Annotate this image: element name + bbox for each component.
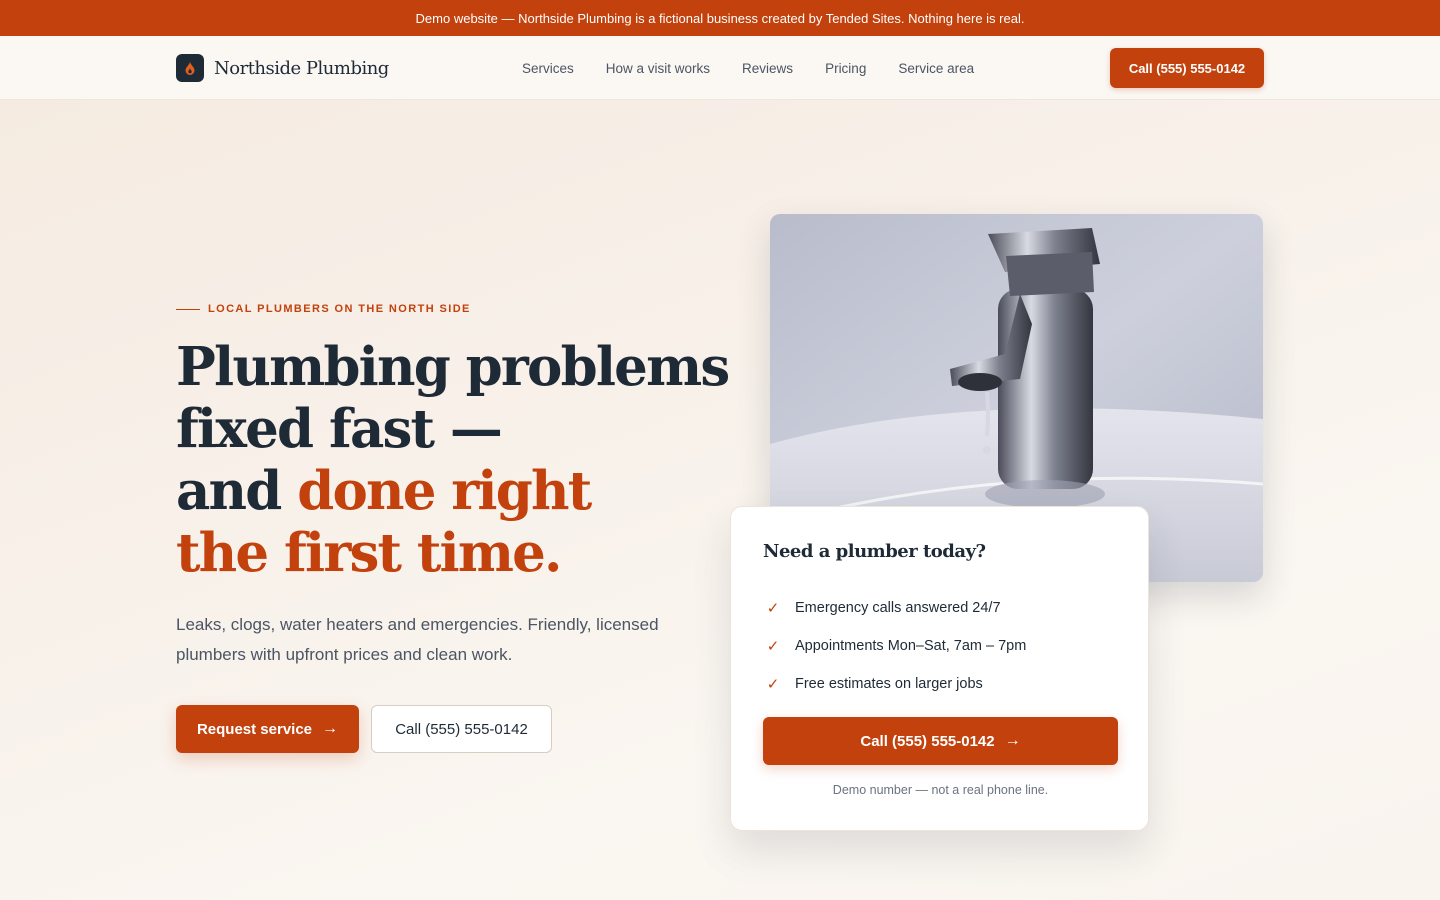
card-feature-item: ✓ Free estimates on larger jobs [763, 665, 1026, 703]
nav-link-pricing[interactable]: Pricing [825, 61, 866, 76]
check-icon: ✓ [766, 600, 780, 617]
eyebrow-text: LOCAL PLUMBERS ON THE NORTH SIDE [208, 303, 471, 315]
hero-eyebrow: LOCAL PLUMBERS ON THE NORTH SIDE [176, 303, 471, 315]
headline-line-4: the first time. [176, 522, 562, 584]
card-feature-text: Free estimates on larger jobs [795, 676, 983, 692]
headline-line-2: fixed fast — [176, 398, 503, 460]
card-title: Need a plumber today? [763, 541, 986, 562]
brand-name: Northside Plumbing [214, 57, 389, 79]
main-nav: Services How a visit works Reviews Prici… [522, 36, 1006, 100]
check-icon: ✓ [766, 676, 780, 693]
nav-link-services[interactable]: Services [522, 61, 574, 76]
card-disclaimer: Demo number — not a real phone line. [832, 783, 1049, 797]
demo-banner: Demo website — Northside Plumbing is a f… [0, 0, 1440, 36]
eyebrow-rule [176, 308, 200, 310]
brand-logo[interactable]: Northside Plumbing [176, 54, 389, 82]
nav-link-service-area[interactable]: Service area [898, 61, 974, 76]
nav-link-how-a-visit-works[interactable]: How a visit works [606, 61, 710, 76]
hero-headline: Plumbing problems fixed fast — and done … [176, 336, 736, 584]
site-header: Northside Plumbing Services How a visit … [0, 36, 1440, 100]
hero-section: LOCAL PLUMBERS ON THE NORTH SIDE Plumbin… [0, 100, 1440, 900]
card-call-label: Call (555) 555-0142 [860, 732, 995, 750]
arrow-right-icon: → [1004, 732, 1021, 749]
hero-subtext: Leaks, clogs, water heaters and emergenc… [176, 615, 659, 664]
header-call-button[interactable]: Call (555) 555-0142 [1110, 48, 1264, 88]
booking-card: Need a plumber today? ✓ Emergency calls … [730, 506, 1149, 831]
headline-line-3: and [176, 460, 298, 522]
request-service-label: Request service [196, 720, 313, 738]
headline-line-1: Plumbing problems [176, 336, 730, 398]
card-feature-item: ✓ Emergency calls answered 24/7 [763, 589, 1026, 627]
hero-call-button[interactable]: Call (555) 555-0142 [371, 705, 552, 753]
card-feature-list: ✓ Emergency calls answered 24/7 ✓ Appoin… [763, 589, 1027, 703]
headline-accent: done right [297, 460, 592, 522]
arrow-right-icon: → [322, 720, 339, 737]
card-call-button[interactable]: Call (555) 555-0142 → [763, 717, 1118, 765]
nav-link-reviews[interactable]: Reviews [742, 61, 793, 76]
demo-banner-text: Demo website — Northside Plumbing is a f… [415, 10, 1025, 26]
card-feature-text: Appointments Mon–Sat, 7am – 7pm [795, 638, 1027, 654]
card-feature-item: ✓ Appointments Mon–Sat, 7am – 7pm [763, 627, 1027, 665]
check-icon: ✓ [766, 638, 780, 655]
card-feature-text: Emergency calls answered 24/7 [795, 600, 1001, 616]
request-service-button[interactable]: Request service → [176, 705, 359, 753]
flame-drop-icon [176, 54, 204, 82]
